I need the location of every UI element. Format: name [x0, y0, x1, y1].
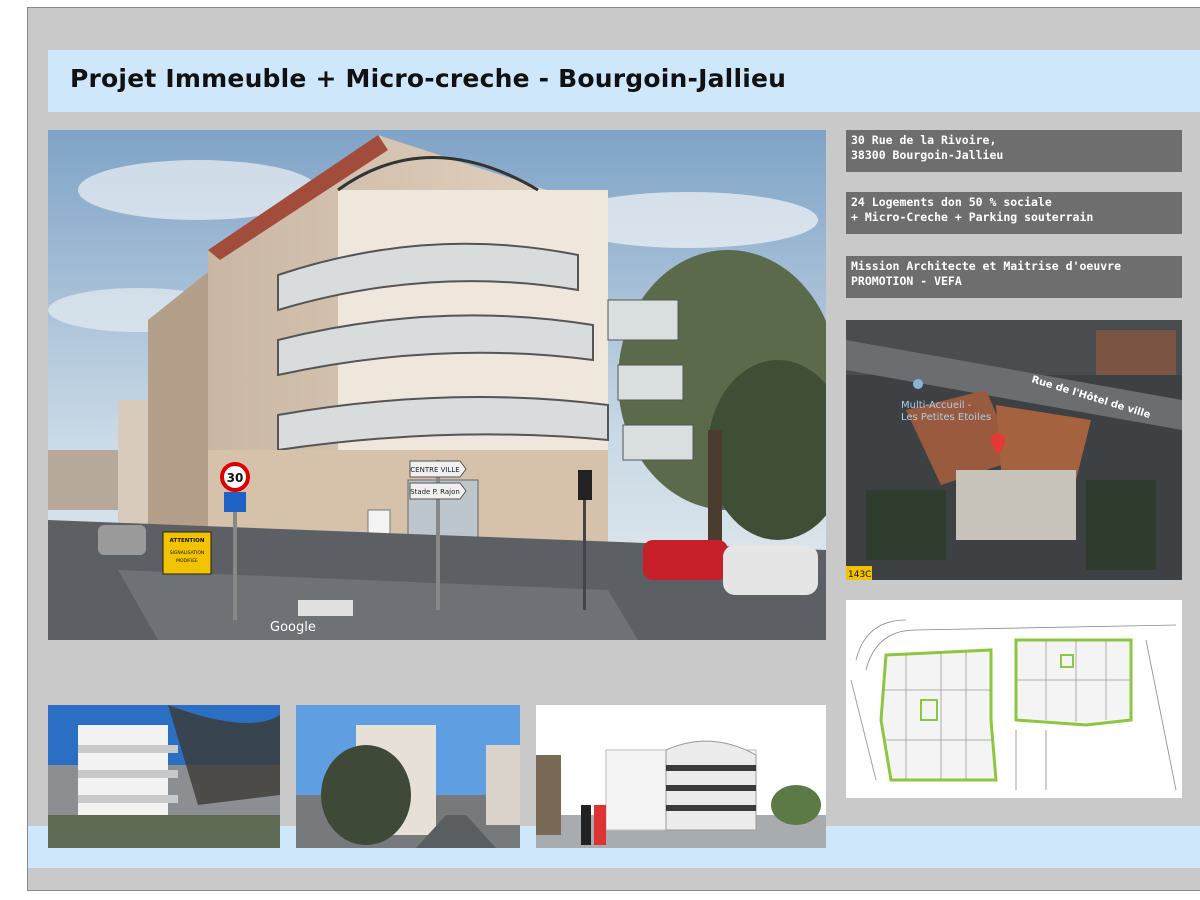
- mission-line-2: PROMOTION - VEFA: [851, 274, 962, 288]
- program-box: 24 Logements don 50 % sociale + Micro-Cr…: [846, 192, 1182, 234]
- aerial-map: Multi-Accueil - Les Petites Etoiles Rue …: [846, 320, 1182, 580]
- mission-line-1: Mission Architecte et Maitrise d'oeuvre: [851, 259, 1122, 273]
- sign-centre-ville: CENTRE VILLE: [410, 466, 459, 474]
- map-place-line2: Les Petites Etoiles: [901, 412, 991, 423]
- google-watermark: Google: [270, 620, 316, 635]
- address-box: 30 Rue de la Rivoire, 38300 Bourgoin-Jal…: [846, 130, 1182, 172]
- thumbnail-photo-1: [48, 705, 280, 848]
- sign-stade: Stade P. Rajon: [410, 488, 460, 496]
- attention-sign-title: ATTENTION: [170, 538, 205, 544]
- attention-sign-line2: MODIFIEE: [176, 558, 198, 564]
- speed-limit-sign: 30: [227, 471, 244, 485]
- mission-box: Mission Architecte et Maitrise d'oeuvre …: [846, 256, 1182, 298]
- slide: Projet Immeuble + Micro-creche - Bourgoi…: [27, 7, 1200, 891]
- map-place-line1: Multi-Accueil -: [901, 400, 972, 411]
- place-pin-icon: [913, 379, 923, 389]
- program-line-2: + Micro-Creche + Parking souterrain: [851, 210, 1094, 224]
- thumbnail-rendering: [536, 705, 826, 848]
- attention-sign-line1: SIGNALISATION: [170, 550, 205, 556]
- main-building-photo: 30 ATTENTION SIGNALISATION MODIFIEE CENT…: [48, 130, 826, 640]
- title-band: Projet Immeuble + Micro-creche - Bourgoi…: [48, 50, 1200, 112]
- floor-plan: [846, 600, 1182, 798]
- address-line-2: 38300 Bourgoin-Jallieu: [851, 148, 1004, 162]
- thumbnail-photo-2: [296, 705, 520, 848]
- address-line-1: 30 Rue de la Rivoire,: [851, 133, 997, 147]
- program-line-1: 24 Logements don 50 % sociale: [851, 195, 1052, 209]
- map-corner-tag: 143C: [848, 570, 871, 580]
- page-title: Projet Immeuble + Micro-creche - Bourgoi…: [70, 64, 787, 93]
